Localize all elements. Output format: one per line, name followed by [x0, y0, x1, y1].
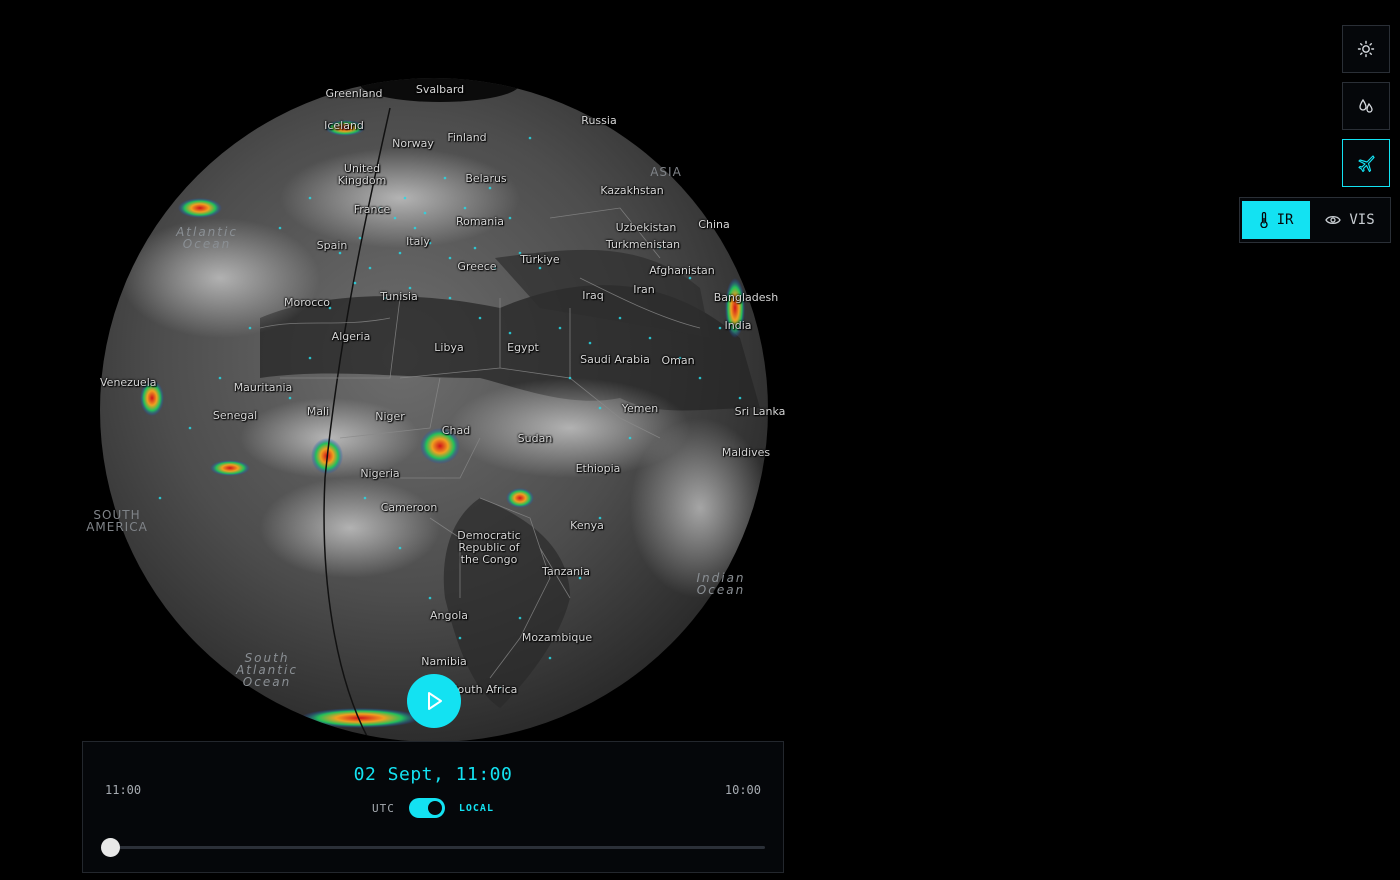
utc-local-toggle[interactable] [408, 798, 445, 818]
vis-band-button[interactable]: VIS [1312, 201, 1388, 239]
thermometer-icon [1259, 212, 1268, 228]
map-label-tunisia: Tunisia [380, 290, 418, 303]
map-label-mauritania: Mauritania [233, 381, 293, 394]
precipitation-button[interactable] [1342, 82, 1390, 130]
map-label-yemen: Yemen [621, 402, 659, 415]
map-label-south-atlantic-ocean: South Atlantic Ocean [236, 651, 298, 689]
map-label-indian-ocean: Indian Ocean [696, 571, 746, 597]
vis-band-label: VIS [1349, 212, 1375, 228]
map-label-finland: Finland [447, 131, 487, 144]
timezone-switch-row: UTC LOCAL [83, 798, 783, 818]
aviation-button[interactable] [1342, 139, 1390, 187]
map-label-china: China [698, 218, 730, 231]
map-label-egypt: Egypt [507, 341, 539, 354]
map-label-belarus: Belarus [465, 172, 507, 185]
map-label-romania: Romania [455, 215, 505, 228]
map-label-venezuela: Venezuela [100, 376, 157, 389]
map-label-svalbard: Svalbard [415, 83, 465, 96]
map-label-kazakhstan: Kazakhstan [600, 184, 664, 197]
map-label-iceland: Iceland [324, 119, 364, 132]
map-label-algeria: Algeria [331, 330, 371, 343]
map-label-italy: Italy [406, 235, 430, 248]
map-label-turkiye: Türkiye [520, 253, 560, 266]
map-label-sudan: Sudan [517, 432, 553, 445]
map-label-iraq: Iraq [582, 289, 604, 302]
utc-label: UTC [372, 801, 395, 815]
eye-icon [1325, 215, 1342, 225]
map-label-mozambique: Mozambique [521, 631, 593, 644]
app-stage: Greenland Svalbard Iceland Russia Norway… [0, 0, 1400, 880]
map-label-nigeria: Nigeria [360, 467, 400, 480]
map-label-tanzania: Tanzania [542, 565, 590, 578]
map-label-norway: Norway [392, 137, 434, 150]
map-label-atlantic-ocean: Atlantic Ocean [176, 225, 238, 251]
map-label-maldives: Maldives [721, 446, 771, 459]
band-selector: IR VIS [1239, 197, 1391, 243]
map-label-south-america: SOUTH AMERICA [86, 508, 148, 534]
map-label-angola: Angola [429, 609, 469, 622]
map-label-iran: Iran [633, 283, 655, 296]
play-button[interactable] [407, 674, 461, 728]
map-label-libya: Libya [434, 341, 464, 354]
map-label-chad: Chad [441, 424, 471, 437]
map-label-asia: ASIA [650, 165, 682, 179]
toggle-knob [427, 801, 442, 815]
map-label-mali: Mali [306, 405, 330, 418]
map-label-russia: Russia [581, 114, 617, 127]
map-label-bangladesh: Bangladesh [713, 291, 779, 304]
map-label-morocco: Morocco [283, 296, 331, 309]
time-slider-track[interactable] [109, 846, 765, 849]
map-label-cameroon: Cameroon [380, 501, 438, 514]
map-label-ethiopia: Ethiopia [575, 462, 621, 475]
sun-icon [1357, 40, 1375, 58]
local-label: LOCAL [458, 802, 494, 814]
map-label-niger: Niger [375, 410, 405, 423]
map-label-namibia: Namibia [421, 655, 467, 668]
map-label-senegal: Senegal [212, 409, 258, 422]
map-label-drc: Democratic Republic of the Congo [457, 529, 521, 566]
map-label-greece: Greece [457, 260, 497, 273]
globe-view[interactable]: Greenland Svalbard Iceland Russia Norway… [86, 78, 785, 742]
map-label-spain: Spain [316, 239, 348, 252]
current-datetime: 02 Sept, 11:00 [353, 764, 513, 785]
timeline-end-time: 10:00 [724, 783, 761, 797]
map-label-uzbekistan: Uzbekistan [615, 221, 677, 234]
play-icon [428, 692, 442, 710]
timeline-panel: 11:00 10:00 02 Sept, 11:00 UTC LOCAL [82, 741, 784, 873]
sun-button[interactable] [1342, 25, 1390, 73]
map-label-saudi: Saudi Arabia [580, 353, 650, 366]
plane-icon [1358, 155, 1375, 172]
map-label-south-africa: South Africa [450, 683, 518, 696]
ir-band-button[interactable]: IR [1242, 201, 1310, 239]
map-label-greenland: Greenland [325, 87, 383, 100]
map-label-kenya: Kenya [570, 519, 604, 532]
map-label-india: India [724, 319, 752, 332]
ir-band-label: IR [1276, 212, 1294, 228]
map-label-turkmenistan: Turkmenistan [605, 238, 681, 251]
map-label-afghanistan: Afghanistan [649, 264, 715, 277]
map-label-oman: Oman [661, 354, 695, 367]
timeline-start-time: 11:00 [105, 783, 142, 797]
time-slider-thumb[interactable] [101, 838, 120, 857]
map-label-uk: United Kingdom [337, 162, 387, 187]
map-label-france: France [353, 203, 391, 216]
drops-icon [1359, 98, 1373, 113]
map-label-srilanka: Sri Lanka [734, 405, 786, 418]
